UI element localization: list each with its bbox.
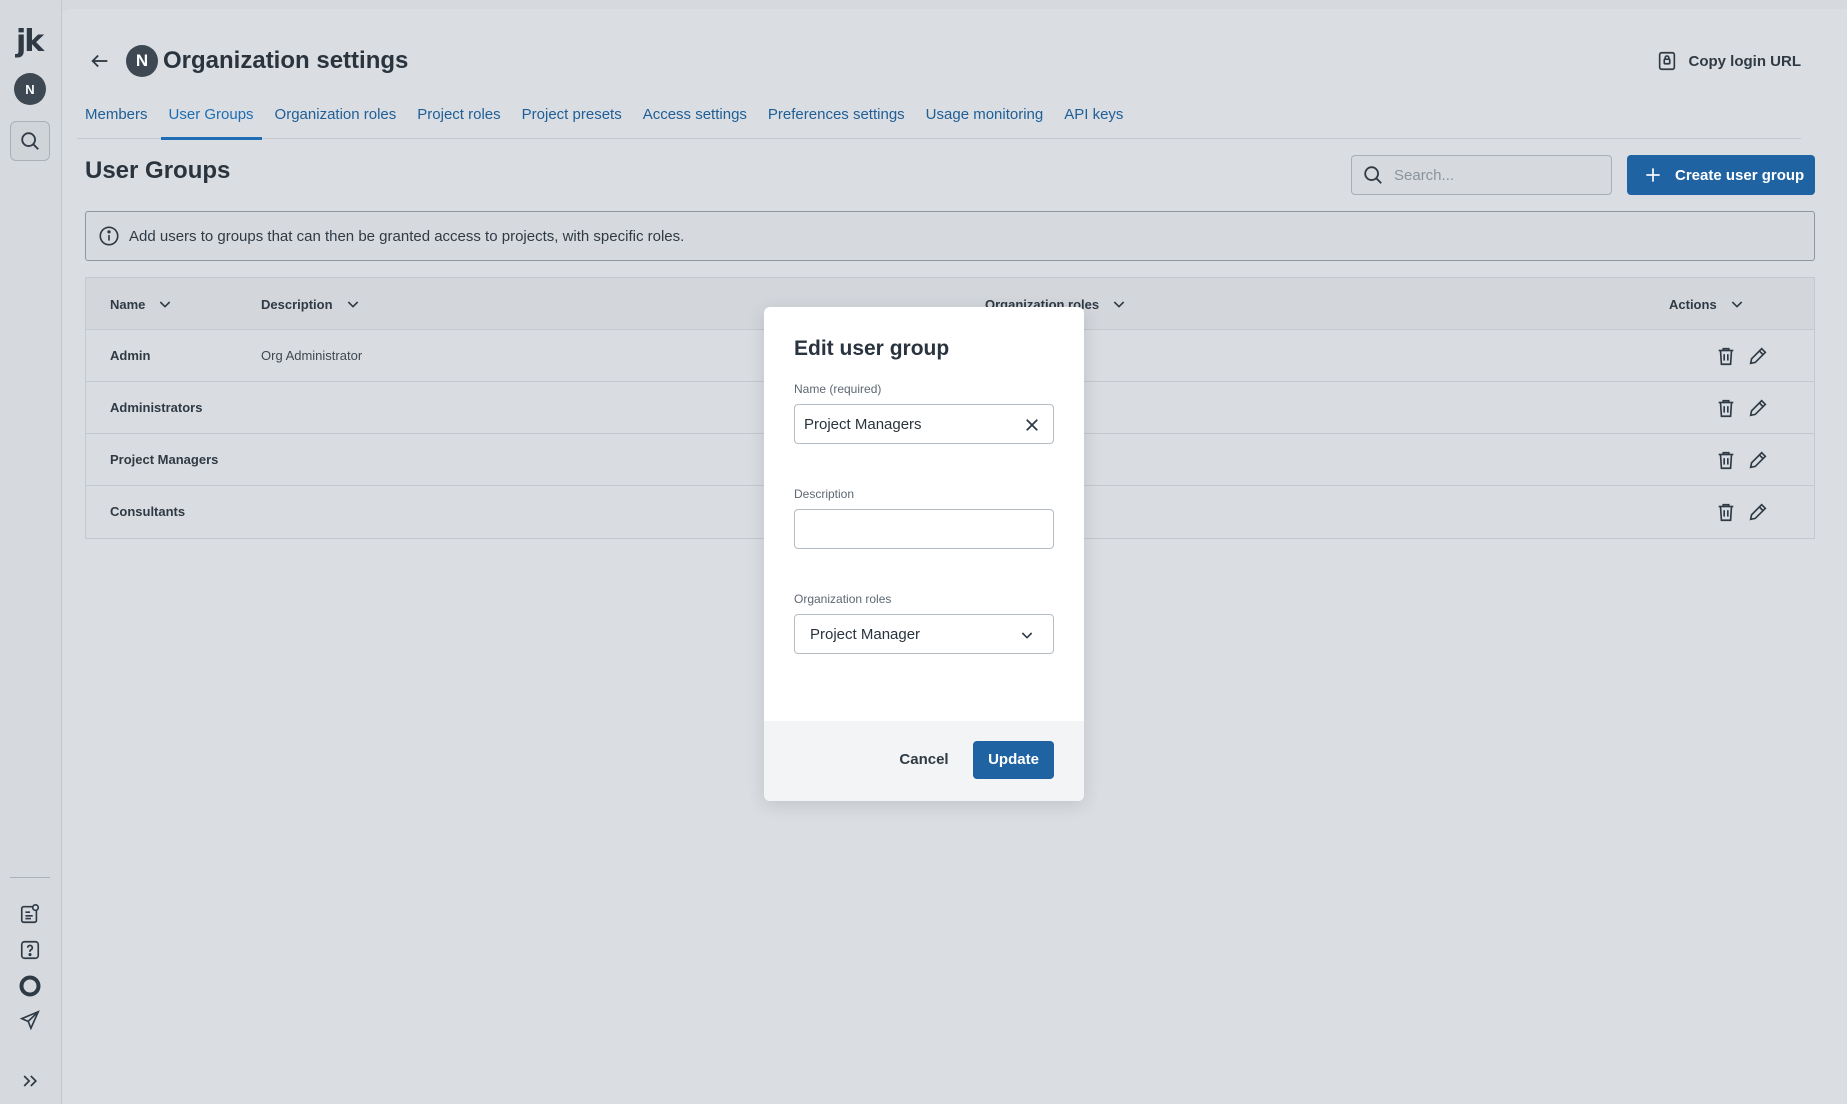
group-name: Admin (110, 348, 151, 363)
dialog-title: Edit user group (794, 337, 950, 360)
tab-project-roles[interactable]: Project roles (409, 103, 508, 139)
update-button[interactable]: Update (973, 741, 1054, 779)
name-field-label: Name (required) (794, 382, 882, 396)
send-icon (19, 1010, 40, 1031)
cancel-button[interactable]: Cancel (892, 741, 956, 779)
description-field-label: Description (794, 487, 855, 501)
status-circle-icon (19, 975, 41, 997)
chevron-down-icon (347, 301, 358, 308)
search-input[interactable] (1394, 166, 1594, 184)
group-name: Project Managers (110, 452, 219, 467)
plus-icon (1646, 168, 1660, 182)
group-name: Administrators (110, 400, 203, 415)
tab-usage-monitoring[interactable]: Usage monitoring (918, 103, 1052, 139)
info-icon (99, 226, 119, 246)
section-title: User Groups (85, 157, 231, 184)
back-button[interactable] (88, 49, 112, 73)
tab-project-presets[interactable]: Project presets (514, 103, 630, 139)
copy-login-url-label: Copy login URL (1688, 52, 1802, 70)
expand-icon (23, 1075, 38, 1087)
app-logo[interactable]: jk (16, 24, 44, 59)
description-input[interactable] (795, 520, 1005, 538)
roles-field-label: Organization roles (794, 592, 892, 606)
delete-group-button[interactable] (1714, 396, 1738, 420)
settings-tabs: Members User Groups Organization roles P… (77, 103, 1801, 140)
login-lock-icon (1658, 51, 1675, 71)
tab-user-groups[interactable]: User Groups (160, 103, 262, 140)
chevron-down-icon (1731, 301, 1742, 308)
trash-icon (1718, 451, 1734, 470)
column-header-name[interactable]: Name (110, 278, 173, 330)
status-button[interactable] (18, 974, 42, 998)
column-header-description[interactable]: Description (261, 278, 361, 330)
name-input[interactable] (795, 415, 1005, 433)
description-field[interactable] (794, 509, 1054, 549)
tab-access-settings[interactable]: Access settings (635, 103, 755, 139)
changelog-icon (20, 904, 40, 924)
edit-group-button[interactable] (1746, 500, 1770, 524)
clear-name-button[interactable] (1021, 414, 1043, 436)
search-box[interactable] (1351, 155, 1612, 195)
info-banner: Add users to groups that can then be gra… (85, 211, 1815, 261)
tab-organization-roles[interactable]: Organization roles (267, 103, 405, 139)
changelog-button[interactable] (18, 902, 42, 926)
arrow-left-icon (91, 54, 108, 68)
help-button[interactable] (18, 938, 42, 962)
edit-group-button[interactable] (1746, 396, 1770, 420)
edit-group-button[interactable] (1746, 448, 1770, 472)
tab-api-keys[interactable]: API keys (1056, 103, 1131, 139)
pencil-icon (1749, 451, 1767, 469)
delete-group-button[interactable] (1714, 344, 1738, 368)
pencil-icon (1749, 503, 1767, 521)
create-user-group-button[interactable]: Create user group (1627, 155, 1815, 195)
search-icon (21, 132, 39, 150)
trash-icon (1718, 503, 1734, 522)
sidebar: jk N (0, 0, 62, 1104)
organization-roles-select[interactable]: Project Manager (794, 614, 1054, 654)
column-name-label: Name (110, 296, 146, 312)
page-title: Organization settings (163, 47, 409, 74)
info-text: Add users to groups that can then be gra… (129, 227, 685, 245)
name-field[interactable] (794, 404, 1054, 444)
delete-group-button[interactable] (1714, 500, 1738, 524)
selected-role: Project Manager (810, 625, 921, 643)
column-description-label: Description (261, 296, 333, 312)
send-feedback-button[interactable] (18, 1008, 42, 1032)
sidebar-divider (10, 877, 50, 878)
copy-login-url-button[interactable]: Copy login URL (1656, 50, 1802, 72)
create-user-group-label: Create user group (1675, 166, 1805, 184)
expand-sidebar-button[interactable] (18, 1069, 42, 1093)
edit-group-button[interactable] (1746, 344, 1770, 368)
trash-icon (1718, 347, 1734, 366)
edit-user-group-dialog: Edit user group Name (required) Descript… (764, 307, 1084, 801)
dialog-footer: Cancel Update (764, 721, 1084, 801)
delete-group-button[interactable] (1714, 448, 1738, 472)
user-avatar[interactable]: N (14, 73, 46, 105)
org-avatar: N (126, 45, 158, 77)
group-description: Org Administrator (261, 348, 363, 363)
column-header-actions[interactable]: Actions (1669, 278, 1745, 330)
sidebar-search-button[interactable] (10, 121, 50, 161)
page-header: N Organization settings (88, 45, 408, 77)
close-icon (1026, 419, 1038, 431)
chevron-down-icon (1021, 632, 1033, 639)
pencil-icon (1749, 399, 1767, 417)
trash-icon (1718, 399, 1734, 418)
tab-preferences-settings[interactable]: Preferences settings (760, 103, 913, 139)
group-name: Consultants (110, 504, 186, 519)
search-icon (1364, 166, 1382, 184)
help-icon (20, 940, 40, 960)
column-actions-label: Actions (1669, 296, 1717, 312)
tab-members[interactable]: Members (77, 103, 156, 139)
pencil-icon (1749, 347, 1767, 365)
chevron-down-icon (1113, 301, 1125, 308)
chevron-down-icon (160, 301, 171, 308)
